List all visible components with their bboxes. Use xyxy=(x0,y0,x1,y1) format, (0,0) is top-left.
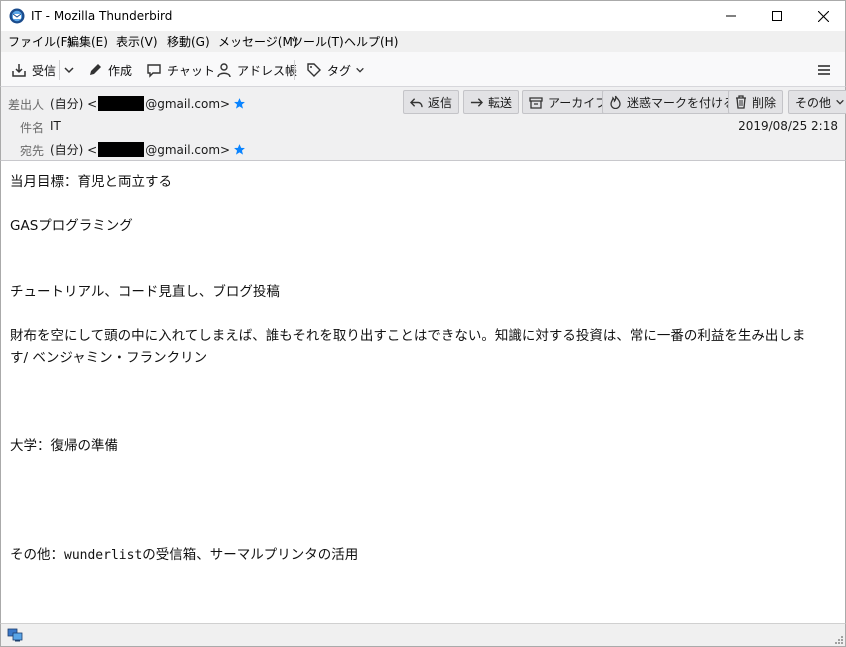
chevron-down-icon xyxy=(64,67,74,74)
maximize-icon xyxy=(772,11,782,21)
archive-button[interactable]: アーカイブ xyxy=(522,90,615,114)
to-prefix: (自分) < xyxy=(50,143,98,157)
forward-label: 転送 xyxy=(488,95,513,110)
window-title: IT - Mozilla Thunderbird xyxy=(31,9,173,23)
tag-label: タグ xyxy=(327,63,352,78)
chat-icon xyxy=(147,64,161,78)
from-label: 差出人 xyxy=(8,98,45,112)
star-icon[interactable] xyxy=(233,143,246,156)
hamburger-menu-icon xyxy=(818,65,830,75)
delete-button[interactable]: 削除 xyxy=(728,90,784,114)
chevron-down-icon xyxy=(356,67,364,73)
junk-label: 迷惑マークを付ける xyxy=(627,95,736,110)
to-suffix: @gmail.com> xyxy=(145,142,231,157)
menu-message[interactable]: メッセージ(M) xyxy=(218,33,297,50)
chat-button[interactable]: チャット xyxy=(146,60,215,80)
thunderbird-logo-icon xyxy=(9,8,25,24)
tag-button[interactable]: タグ xyxy=(306,60,365,80)
forward-icon xyxy=(470,97,483,107)
subject-label: 件名 xyxy=(19,121,44,135)
resize-grip-icon[interactable] xyxy=(833,634,843,644)
maximize-button[interactable] xyxy=(754,1,800,31)
close-button[interactable] xyxy=(800,1,846,31)
from-prefix: (自分) < xyxy=(50,97,98,111)
body-text: の受信箱、サーマルプリンタの活用 xyxy=(142,547,359,563)
star-icon[interactable] xyxy=(233,97,246,110)
body-line: チュートリアル、コード見直し、ブログ投稿 xyxy=(10,284,280,300)
address-book-label: アドレス帳 xyxy=(237,63,298,78)
menu-view[interactable]: 表示(V) xyxy=(116,33,158,50)
body-line: 大学：復帰の準備 xyxy=(10,438,118,454)
address-book-button[interactable]: アドレス帳 xyxy=(216,60,297,80)
delete-label: 削除 xyxy=(752,95,777,110)
body-line: 当月目標：育児と両立する xyxy=(10,174,172,190)
trash-icon xyxy=(736,95,746,109)
archive-label: アーカイブ xyxy=(548,95,608,110)
menu-tools[interactable]: ツール(T) xyxy=(291,33,344,50)
message-body: 当月目標：育児と両立する GASプログラミング チュートリアル、コード見直し、ブ… xyxy=(0,161,846,623)
body-monospace-text: wunderlist xyxy=(64,548,143,563)
app-menu-button[interactable] xyxy=(817,60,836,80)
message-date: 2019/08/25 2:18 xyxy=(738,119,838,133)
get-mail-button[interactable]: 受信 xyxy=(11,60,56,80)
get-mail-dropdown[interactable] xyxy=(63,60,80,80)
tag-icon xyxy=(307,63,321,77)
close-icon xyxy=(817,10,829,22)
from-address[interactable]: (自分) < @gmail.com> xyxy=(50,95,246,112)
archive-icon xyxy=(529,96,543,109)
reply-label: 返信 xyxy=(428,95,453,110)
toolbar-divider xyxy=(294,60,295,80)
reply-icon xyxy=(410,97,423,107)
menu-help[interactable]: ヘルプ(H) xyxy=(344,33,398,50)
online-status-icon[interactable] xyxy=(7,628,23,642)
forward-button[interactable]: 転送 xyxy=(463,90,520,114)
to-address[interactable]: (自分) < @gmail.com> xyxy=(50,141,246,158)
body-line: GASプログラミング xyxy=(10,218,133,234)
chat-label: チャット xyxy=(167,63,215,78)
menu-go[interactable]: 移動(G) xyxy=(167,33,210,50)
other-actions-label: その他 xyxy=(795,95,832,110)
title-bar: IT - Mozilla Thunderbird xyxy=(0,0,846,31)
chevron-down-icon xyxy=(836,99,844,105)
menu-edit[interactable]: 編集(E) xyxy=(67,33,108,50)
body-line: その他：wunderlistの受信箱、サーマルプリンタの活用 xyxy=(10,543,358,563)
contacts-icon xyxy=(217,63,231,78)
get-mail-label: 受信 xyxy=(32,63,57,78)
to-label: 宛先 xyxy=(19,144,44,158)
body-line: す/ ベンジャミン・フランクリン xyxy=(10,350,208,366)
status-bar xyxy=(0,623,846,647)
junk-button[interactable]: 迷惑マークを付ける xyxy=(602,90,743,114)
menu-bar: ファイル(F) 編集(E) 表示(V) 移動(G) メッセージ(M) ツール(T… xyxy=(0,31,846,52)
minimize-button[interactable] xyxy=(708,1,754,31)
subject-value: IT xyxy=(50,119,61,133)
download-icon xyxy=(12,64,26,77)
redaction-block xyxy=(98,142,145,157)
minimize-icon xyxy=(726,15,736,17)
write-label: 作成 xyxy=(108,63,133,78)
body-line: 財布を空にして頭の中に入れてしまえば、誰もそれを取り出すことはできない。知識に対… xyxy=(10,328,806,344)
flame-icon xyxy=(610,95,621,109)
toolbar-divider xyxy=(59,60,60,80)
main-toolbar: 受信 作成 チャット アドレス帳 タグ xyxy=(0,52,846,87)
body-text: その他： xyxy=(10,547,64,563)
other-actions-button[interactable]: その他 xyxy=(788,90,846,114)
menu-file[interactable]: ファイル(F) xyxy=(8,33,72,50)
write-button[interactable]: 作成 xyxy=(87,60,132,80)
reply-button[interactable]: 返信 xyxy=(403,90,460,114)
from-suffix: @gmail.com> xyxy=(145,96,231,111)
redaction-block xyxy=(98,96,145,111)
message-header: 差出人 (自分) < @gmail.com> 返信 転送 アーカイブ 迷惑マーク… xyxy=(0,87,846,161)
pencil-icon xyxy=(90,64,101,75)
